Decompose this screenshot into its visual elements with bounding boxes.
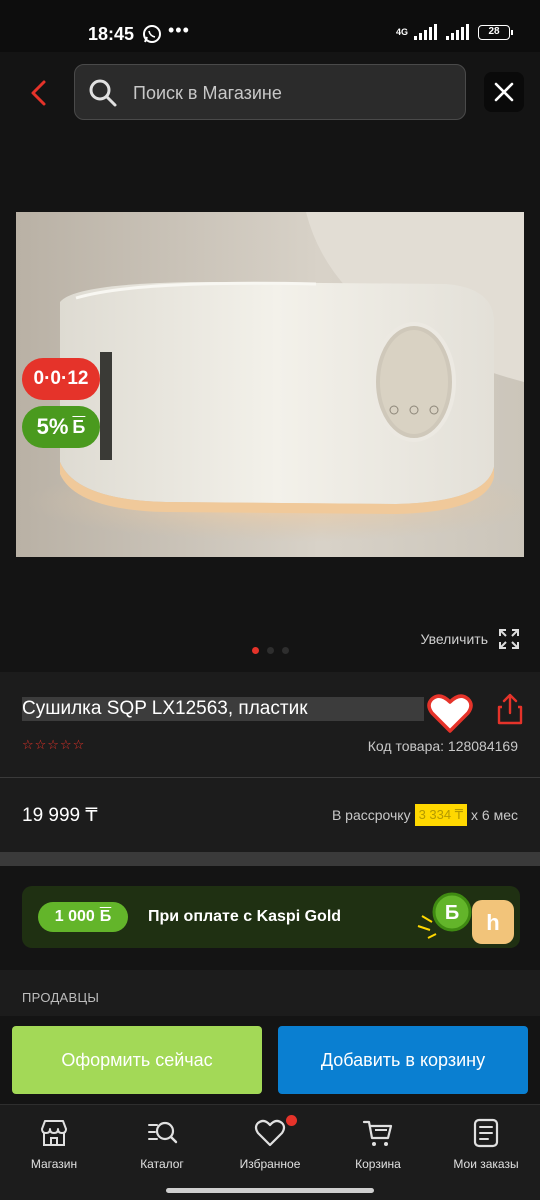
action-bar: Оформить сейчас Добавить в корзину bbox=[0, 1016, 540, 1104]
tab-label: Корзина bbox=[355, 1157, 401, 1171]
pagination-dot bbox=[282, 647, 289, 654]
kaspi-bonus-coin-icon: Б h bbox=[417, 892, 514, 944]
favorite-heart-icon[interactable] bbox=[426, 691, 474, 735]
signal-icon-2 bbox=[446, 24, 469, 40]
signal-icon bbox=[414, 24, 437, 40]
search-box[interactable] bbox=[74, 64, 466, 120]
search-input[interactable] bbox=[133, 73, 453, 113]
tab-cart[interactable]: Корзина bbox=[324, 1105, 432, 1185]
kaspi-gold-promo-card[interactable]: 1 000 Б При оплате с Kaspi Gold Б h bbox=[22, 886, 520, 948]
kaspi-gold-section: 1 000 Б При оплате с Kaspi Gold Б h bbox=[0, 866, 540, 970]
product-sku: Код товара: 128084169 bbox=[367, 738, 518, 754]
heart-icon bbox=[254, 1119, 286, 1147]
pagination-dot-active bbox=[252, 647, 259, 654]
tab-label: Избранное bbox=[239, 1157, 301, 1171]
kaspi-bonus-currency: Б bbox=[99, 908, 112, 925]
product-title: Сушилка SQP LX12563, пластик bbox=[22, 697, 424, 721]
bonus-currency: Б bbox=[72, 416, 86, 437]
status-time: 18:45 bbox=[88, 24, 135, 44]
price-row: 19 999 ₸ В рассрочку 3 334 ₸ х 6 мес bbox=[0, 778, 540, 852]
status-indicators: 4G 28 bbox=[396, 24, 513, 40]
battery-icon: 28 bbox=[478, 24, 513, 40]
search-icon bbox=[89, 79, 117, 107]
kaspi-bonus-pill: 1 000 Б bbox=[38, 902, 128, 932]
installment-info[interactable]: В рассрочку 3 334 ₸ х 6 мес bbox=[332, 804, 518, 826]
svg-text:h: h bbox=[486, 910, 499, 935]
tab-orders[interactable]: Мои заказы bbox=[432, 1105, 540, 1185]
status-bar: 18:45 ••• 4G 28 bbox=[0, 0, 540, 52]
rating-stars[interactable]: ☆☆☆☆☆ bbox=[22, 737, 85, 753]
cart-icon bbox=[362, 1120, 393, 1146]
tab-label: Мои заказы bbox=[453, 1157, 519, 1171]
installment-amount: 3 334 ₸ bbox=[414, 804, 468, 826]
zoom-button[interactable]: Увеличить bbox=[420, 628, 520, 650]
status-overflow: ••• bbox=[168, 20, 190, 40]
tab-label: Каталог bbox=[140, 1157, 184, 1171]
catalog-search-icon bbox=[148, 1121, 178, 1144]
pagination-dot bbox=[267, 647, 274, 654]
network-label: 4G bbox=[396, 26, 409, 37]
bonus-badge: 5% Б bbox=[22, 406, 100, 448]
shop-icon bbox=[41, 1120, 67, 1146]
section-separator bbox=[0, 852, 540, 866]
kaspi-bonus-value: 1 000 bbox=[54, 908, 95, 925]
sellers-section: ПРОДАВЦЫ bbox=[0, 970, 540, 1016]
installment-suffix: х 6 мес bbox=[471, 807, 518, 823]
tab-label: Магазин bbox=[30, 1157, 78, 1171]
installment-prefix: В рассрочку bbox=[331, 807, 411, 823]
expand-icon bbox=[499, 629, 519, 649]
buy-now-button[interactable]: Оформить сейчас bbox=[12, 1026, 262, 1094]
add-to-cart-button[interactable]: Добавить в корзину bbox=[278, 1026, 528, 1094]
orders-icon bbox=[473, 1118, 499, 1148]
installment-badge: 0·0·12 bbox=[22, 358, 100, 400]
zoom-label: Увеличить bbox=[420, 631, 488, 647]
tab-favorites[interactable]: Избранное bbox=[216, 1105, 324, 1185]
kaspi-promo-text: При оплате с Kaspi Gold bbox=[148, 908, 342, 925]
product-price: 19 999 ₸ bbox=[22, 805, 98, 826]
sellers-heading: ПРОДАВЦЫ bbox=[22, 990, 100, 1005]
bonus-badge-value: 5% bbox=[36, 414, 69, 439]
product-info: Сушилка SQP LX12563, пластик ☆☆☆☆☆ Код т… bbox=[0, 673, 540, 778]
bottom-tab-bar: Магазин Каталог Избранное Корзина Мои за… bbox=[0, 1104, 540, 1200]
notification-dot bbox=[286, 1115, 297, 1126]
close-icon[interactable] bbox=[484, 72, 524, 112]
svg-text:Б: Б bbox=[445, 902, 459, 924]
tab-shop[interactable]: Магазин bbox=[0, 1105, 108, 1185]
back-arrow-icon[interactable] bbox=[22, 76, 56, 110]
share-icon[interactable] bbox=[496, 693, 524, 725]
whatsapp-icon bbox=[143, 25, 161, 43]
product-gallery[interactable]: 0·0·12 5% Б Увеличить bbox=[0, 132, 540, 672]
gallery-pagination bbox=[252, 647, 289, 654]
tab-catalog[interactable]: Каталог bbox=[108, 1105, 216, 1185]
header bbox=[0, 52, 540, 132]
home-indicator[interactable] bbox=[166, 1188, 374, 1193]
